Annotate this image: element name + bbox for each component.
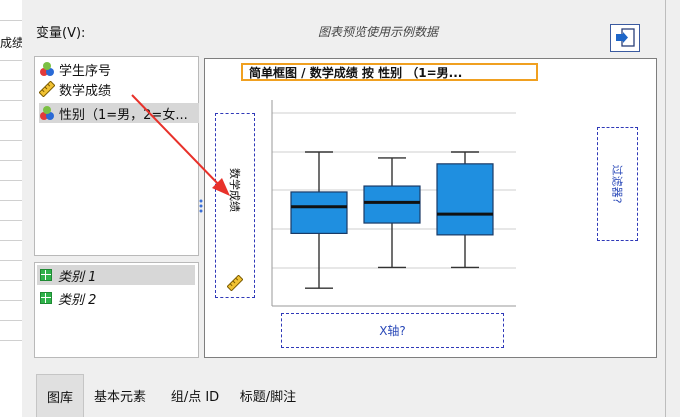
annotation-arrow xyxy=(131,94,230,196)
tab-group-point-id[interactable]: 组/点 ID xyxy=(160,374,230,417)
tab-basic-elements[interactable]: 基本元素 xyxy=(84,374,156,417)
element-properties-panel xyxy=(665,0,680,417)
tab-titles-footnotes[interactable]: 标题/脚注 xyxy=(232,374,304,417)
tab-gallery[interactable]: 图库 xyxy=(36,374,84,417)
